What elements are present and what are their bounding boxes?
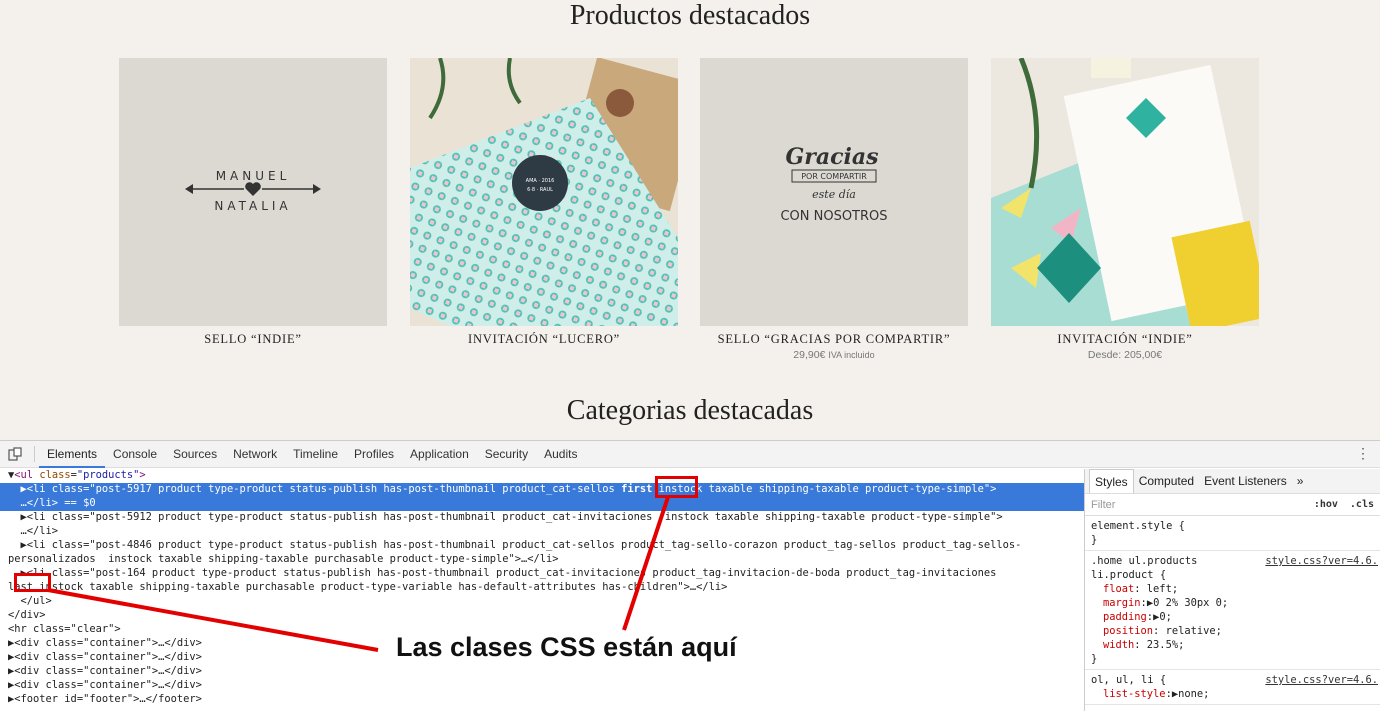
kebab-menu-icon[interactable]: ⋮ (1356, 445, 1370, 462)
dom-node[interactable]: ▶<footer id="footer">…</footer> (0, 693, 1084, 707)
tab-sources[interactable]: Sources (165, 441, 225, 468)
dom-node[interactable]: ▶<div class="container">…</div> (0, 679, 1084, 693)
class-first: first (621, 483, 653, 495)
product-price: Desde: 205,00€ (1087, 349, 1163, 361)
filter-input[interactable]: Filter (1091, 499, 1115, 511)
product-card[interactable]: INVITACIÓN “INDIE” Desde: 205,00€ (991, 58, 1259, 361)
featured-products-title: Productos destacados (569, 0, 811, 31)
dom-node[interactable]: personalizados instock taxable shipping-… (0, 553, 1084, 567)
devtools-toolbar: Elements Console Sources Network Timelin… (0, 441, 1380, 468)
svg-text:6·8 · RAUL: 6·8 · RAUL (527, 187, 553, 193)
product-name[interactable]: INVITACIÓN “LUCERO” (410, 332, 678, 347)
product-image[interactable] (991, 58, 1259, 326)
tab-profiles[interactable]: Profiles (346, 441, 402, 468)
svg-text:Gracias: Gracias (785, 144, 878, 170)
featured-categories-title: Categorias destacadas (566, 395, 814, 426)
dom-node[interactable]: ▶<div class="container">…</div> (0, 665, 1084, 679)
svg-text:CON NOSOTROS: CON NOSOTROS (780, 209, 887, 224)
svg-text:MANUEL: MANUEL (216, 169, 291, 183)
tab-elements[interactable]: Elements (39, 441, 106, 468)
svg-text:este día: este día (812, 188, 856, 201)
dom-node[interactable]: ▼<ul class="products"> (0, 469, 1084, 483)
dom-node[interactable]: ▶<li class="post-164 product type-produc… (0, 567, 1084, 581)
tab-event-listeners[interactable]: Event Listeners (1199, 469, 1292, 493)
css-rule: style.css?ver=4.6. .home ul.products li.… (1085, 551, 1380, 670)
tab-security[interactable]: Security (477, 441, 536, 468)
svg-text:POR COMPARTIR: POR COMPARTIR (801, 172, 867, 181)
device-toggle-icon[interactable] (0, 441, 30, 468)
styles-filter[interactable]: Filter :hov .cls (1085, 494, 1380, 516)
annotation-label: Las clases CSS están aquí (396, 632, 737, 662)
product-card[interactable]: Gracias POR COMPARTIR este día CON NOSOT… (700, 58, 968, 361)
svg-text:NATALIA: NATALIA (214, 199, 291, 213)
tab-styles[interactable]: Styles (1089, 469, 1134, 493)
svg-text:AMA · 2016: AMA · 2016 (526, 178, 555, 184)
stylesheet-link[interactable]: style.css?ver=4.6. (1265, 673, 1378, 687)
highlight-box-last (14, 573, 51, 592)
tab-application[interactable]: Application (402, 441, 477, 468)
tab-console[interactable]: Console (105, 441, 165, 468)
css-rule: style.css?ver=4.6. ol, ul, li { list-sty… (1085, 670, 1380, 705)
product-name[interactable]: SELLO “GRACIAS POR COMPARTIR” (700, 332, 968, 347)
tab-timeline[interactable]: Timeline (285, 441, 346, 468)
dom-node[interactable]: …</li> (0, 525, 1084, 539)
dom-node[interactable]: </div> (0, 609, 1084, 623)
dom-node[interactable]: ▶<li class="post-4846 product type-produ… (0, 539, 1084, 553)
cls-toggle[interactable]: .cls (1350, 499, 1374, 510)
dom-node-selected[interactable]: ▶<li class="post-5917 product type-produ… (0, 483, 1084, 497)
web-page: Productos destacados MANUEL NATALIA SELL… (0, 0, 1380, 440)
product-card[interactable]: AMA · 2016 6·8 · RAUL INVITACIÓN “LUCERO… (410, 58, 678, 347)
product-image[interactable]: AMA · 2016 6·8 · RAUL (410, 58, 678, 326)
dom-tree: ▼<ul class="products"> ▶<li class="post-… (0, 469, 1084, 711)
styles-tabs: Styles Computed Event Listeners » (1085, 469, 1380, 494)
product-image[interactable]: Gracias POR COMPARTIR este día CON NOSOT… (700, 58, 968, 326)
tab-network[interactable]: Network (225, 441, 285, 468)
tab-computed[interactable]: Computed (1134, 469, 1199, 493)
dom-node[interactable]: ▶<li class="post-5912 product type-produ… (0, 511, 1084, 525)
dom-node[interactable]: last instock taxable shipping-taxable pu… (0, 581, 1084, 595)
product-price: 29,90€ IVA incluido (793, 349, 875, 361)
product-name[interactable]: INVITACIÓN “INDIE” (991, 332, 1259, 347)
dom-node-selected-close[interactable]: …</li> == $0 (0, 497, 1084, 511)
more-tabs-icon[interactable]: » (1292, 469, 1309, 493)
stylesheet-link[interactable]: style.css?ver=4.6. (1265, 554, 1378, 568)
styles-pane: Styles Computed Event Listeners » Filter… (1084, 469, 1380, 711)
product-image[interactable]: MANUEL NATALIA (119, 58, 387, 326)
tab-audits[interactable]: Audits (536, 441, 585, 468)
dom-node[interactable]: </ul> (0, 595, 1084, 609)
highlight-box-first (655, 476, 698, 498)
product-card[interactable]: MANUEL NATALIA SELLO “INDIE” (119, 58, 387, 347)
product-name[interactable]: SELLO “INDIE” (119, 332, 387, 347)
css-rule: element.style { } (1085, 516, 1380, 551)
hov-toggle[interactable]: :hov (1314, 499, 1338, 510)
